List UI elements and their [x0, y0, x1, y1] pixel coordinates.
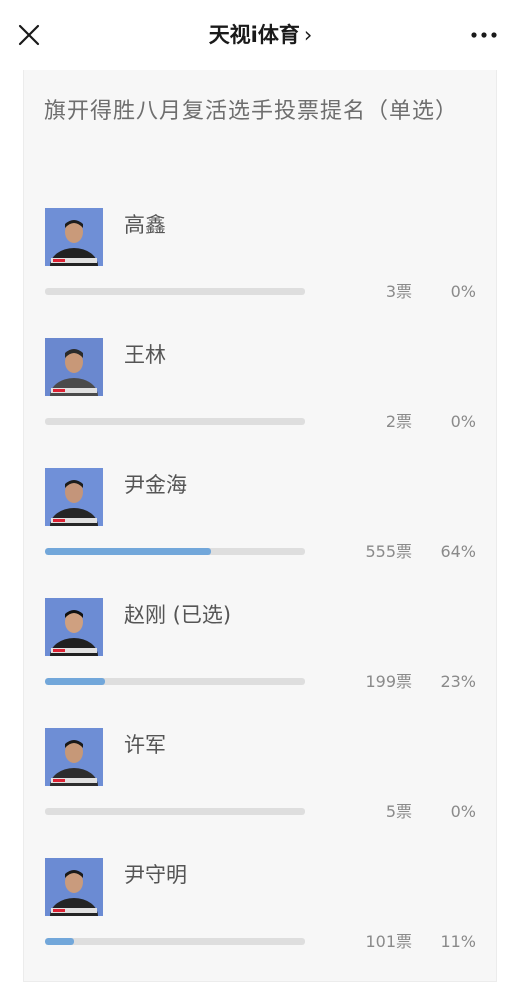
candidate-photo [45, 338, 103, 396]
vote-bar-fill [45, 548, 212, 555]
poll-card: 旗开得胜八月复活选手投票提名（单选） 高鑫 3票 0% 王林 2票 0% 尹金海… [23, 70, 497, 982]
vote-percent: 0% [450, 802, 476, 821]
chevron-right-icon: › [303, 23, 313, 47]
candidate-photo [45, 728, 103, 786]
top-nav-bar: 天视i体育 › [0, 0, 521, 70]
poll-option[interactable]: 尹守明 101票 11% [24, 858, 498, 978]
vote-count: 2票 [385, 412, 412, 431]
poll-option[interactable]: 尹金海 555票 64% [24, 468, 498, 588]
option-name: 高鑫 [124, 213, 166, 237]
vote-bar-track [45, 418, 305, 425]
poll-option[interactable]: 赵刚 (已选) 199票 23% [24, 598, 498, 718]
vote-percent: 23% [440, 672, 476, 691]
vote-percent: 0% [450, 282, 476, 301]
poll-question: 旗开得胜八月复活选手投票提名（单选） [44, 99, 459, 124]
vote-count: 3票 [385, 282, 412, 301]
more-dots-icon [471, 32, 497, 38]
vote-percent: 0% [450, 412, 476, 431]
vote-percent: 64% [440, 542, 476, 561]
account-title-link[interactable]: 天视i体育 › [0, 18, 521, 52]
vote-count: 101票 [365, 932, 412, 951]
vote-percent: 11% [440, 932, 476, 951]
more-options-button[interactable] [469, 24, 499, 46]
vote-bar-track [45, 938, 305, 945]
vote-bar-track [45, 678, 305, 685]
vote-count: 5票 [385, 802, 412, 821]
poll-option[interactable]: 王林 2票 0% [24, 338, 498, 458]
vote-bar-track [45, 288, 305, 295]
vote-bar-track [45, 548, 305, 555]
vote-bar-fill [45, 938, 74, 945]
candidate-photo [45, 208, 103, 266]
vote-count: 199票 [365, 672, 412, 691]
option-name: 王林 [124, 343, 166, 367]
page-title: 天视i体育 [208, 23, 300, 47]
option-name: 赵刚 (已选) [124, 603, 232, 627]
poll-option[interactable]: 许军 5票 0% [24, 728, 498, 848]
candidate-photo [45, 598, 103, 656]
vote-count: 555票 [365, 542, 412, 561]
option-name: 尹守明 [124, 863, 187, 887]
option-name: 许军 [124, 733, 166, 757]
vote-bar-fill [45, 678, 105, 685]
poll-option[interactable]: 高鑫 3票 0% [24, 208, 498, 328]
candidate-photo [45, 858, 103, 916]
vote-bar-track [45, 808, 305, 815]
option-name: 尹金海 [124, 473, 187, 497]
candidate-photo [45, 468, 103, 526]
